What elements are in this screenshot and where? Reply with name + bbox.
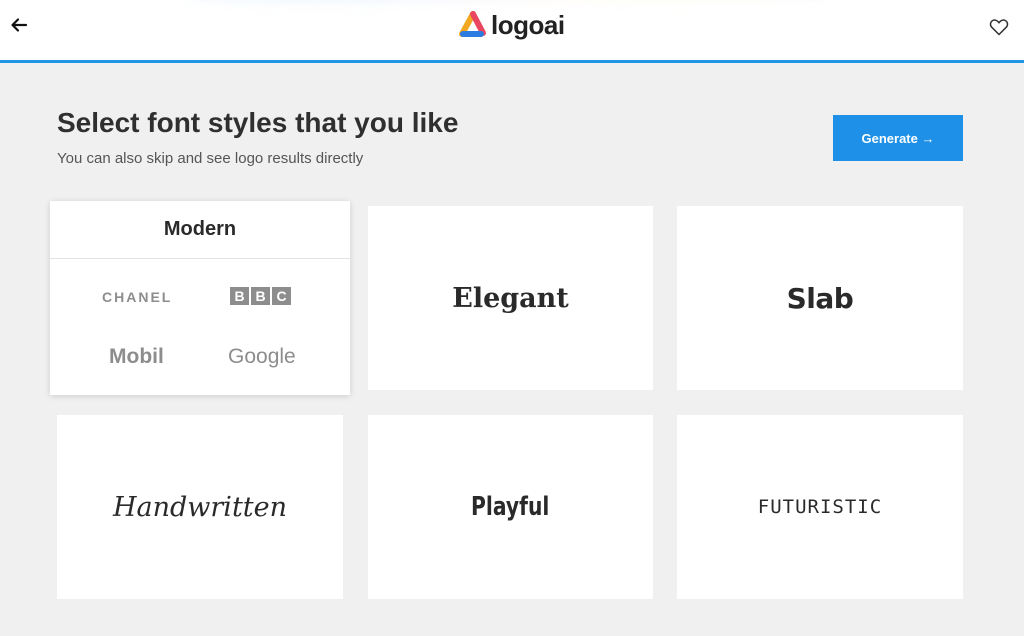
heart-icon [989,19,1009,36]
logoai-triangle-icon [459,11,486,37]
style-card-slab-label: Slab [786,281,854,315]
brand-logo[interactable]: logoai [459,8,565,40]
page-subtitle: You can also skip and see logo results d… [57,150,364,167]
bbc-letter: B [230,287,249,305]
style-card-modern-label: Modern [50,201,350,259]
sample-logo-mobil: Mobil [109,345,164,368]
style-card-slab[interactable]: Slab [677,206,963,390]
sample-logo-bbc: B B C [230,287,291,305]
favorites-button[interactable] [988,16,1010,38]
style-card-futuristic-label: FUTURISTIC [757,496,883,518]
style-card-playful[interactable]: Playful [368,415,653,599]
style-card-futuristic[interactable]: FUTURISTIC [677,415,963,599]
style-card-playful-label: Playful [471,492,550,522]
back-button[interactable] [8,14,30,36]
style-card-handwritten[interactable]: Handwritten [57,415,343,599]
style-card-handwritten-label: Handwritten [112,491,288,523]
bbc-letter: B [251,287,270,305]
style-card-modern[interactable]: Modern CHANEL B B C Mobil Google [50,201,350,395]
modern-sample-logos: CHANEL B B C Mobil Google [50,259,350,395]
sample-logo-google: Google [228,345,296,368]
page-title: Select font styles that you like [57,107,459,138]
generate-button[interactable]: Generate → [833,115,963,161]
arrow-left-icon [11,18,28,32]
style-card-elegant[interactable]: Elegant [368,206,653,390]
style-card-elegant-label: Elegant [452,282,569,314]
sample-logo-chanel: CHANEL [102,289,173,305]
brand-name: logoai [491,9,565,40]
bbc-letter: C [272,287,291,305]
top-bar: logoai [0,0,1024,63]
